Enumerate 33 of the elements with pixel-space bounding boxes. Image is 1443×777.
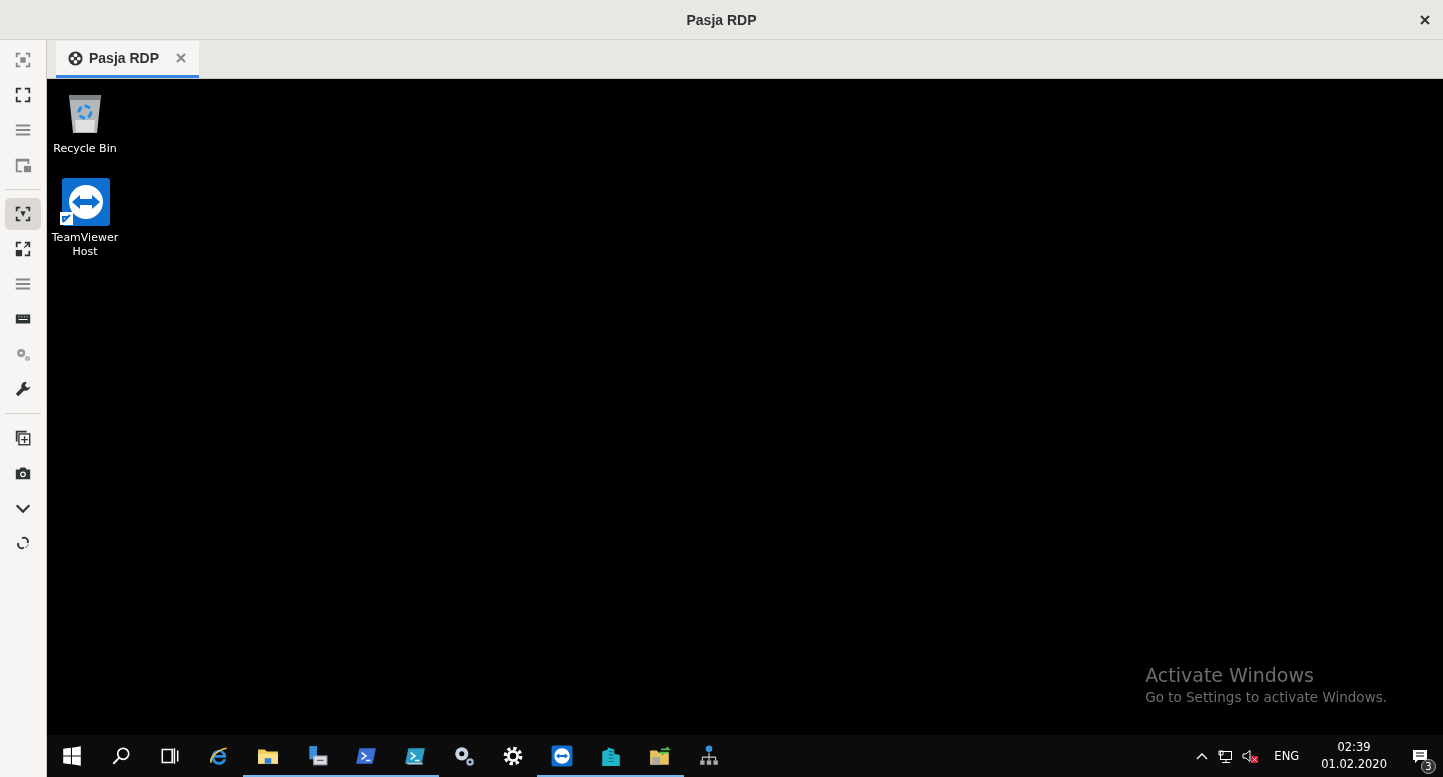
terminal-icon <box>354 745 377 767</box>
scale-frame-icon <box>14 205 32 223</box>
notifications-button[interactable]: 3 <box>1397 736 1443 776</box>
windows-logo-icon <box>60 745 83 767</box>
expand-icon <box>14 240 32 258</box>
language-indicator[interactable]: ENG <box>1262 749 1312 763</box>
close-icon <box>175 52 188 64</box>
activation-title: Activate Windows <box>1145 664 1315 686</box>
shortcut-icon <box>60 176 110 226</box>
tab-label: Pasja RDP <box>89 50 160 66</box>
terminal-icon <box>403 745 426 767</box>
message-icon <box>1412 748 1428 764</box>
clock[interactable]: 02:39 01.02.2020 <box>1311 739 1397 773</box>
gears-icon <box>452 745 475 767</box>
new-window-icon <box>14 429 32 447</box>
network-icon <box>697 745 720 767</box>
clock-time: 02:39 <box>1337 739 1371 756</box>
folder-sync-icon <box>648 745 671 767</box>
settings-icon <box>501 745 524 767</box>
wrench-icon <box>14 380 32 398</box>
activation-text: Go to Settings to activate Windows. <box>1145 689 1387 705</box>
buildings-icon <box>599 745 622 767</box>
browser-e-icon <box>207 745 230 767</box>
tab[interactable]: Pasja RDP <box>56 41 200 78</box>
window-icon <box>14 156 32 174</box>
fullscreen-icon <box>14 86 32 104</box>
clock-date: 01.02.2020 <box>1321 756 1387 773</box>
window-title: Pasja RDP <box>686 11 757 28</box>
notification-count: 3 <box>1421 759 1436 774</box>
toolbar-button[interactable] <box>5 198 41 230</box>
arrows-circle-icon <box>550 745 573 767</box>
focus-frame-icon <box>14 51 32 69</box>
close-icon <box>1418 13 1432 27</box>
